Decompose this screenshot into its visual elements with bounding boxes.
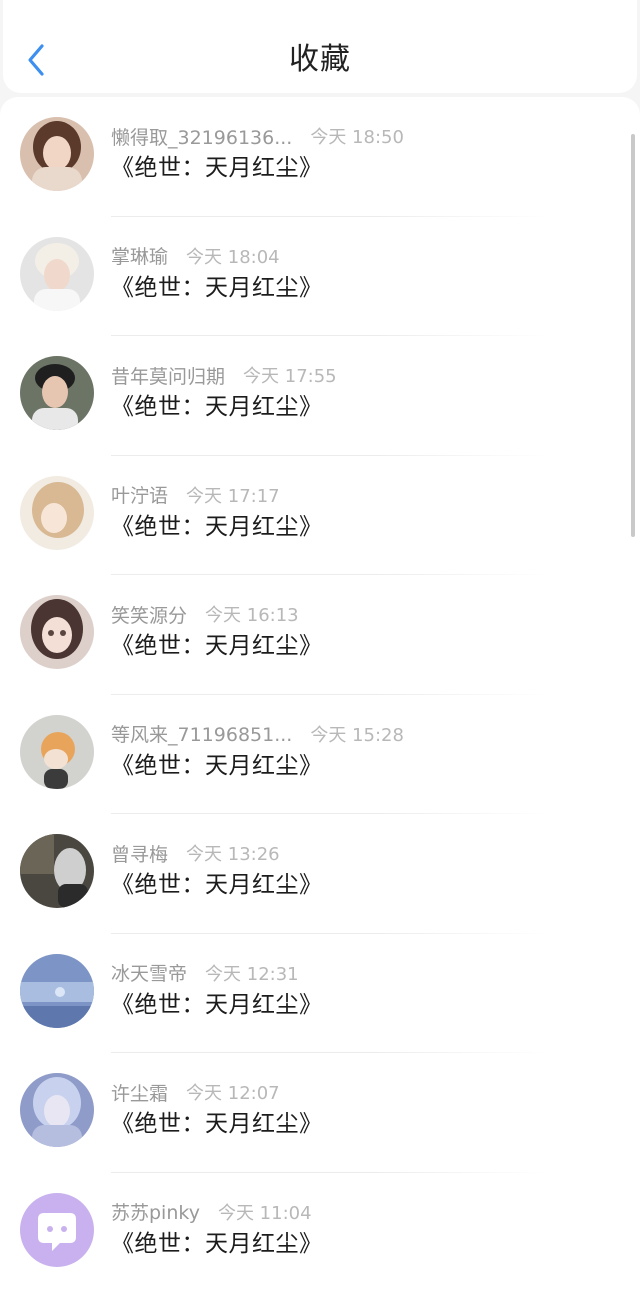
list-item[interactable]: 苏苏pinky 今天 11:04 《绝世：天月红尘》 — [0, 1173, 640, 1291]
item-meta: 冰天雪帝 今天 12:31 — [111, 958, 299, 988]
user-name[interactable]: 昔年莫问归期 — [111, 362, 225, 389]
book-title[interactable]: 《绝世：天月红尘》 — [111, 153, 323, 183]
book-title[interactable]: 《绝世：天月红尘》 — [111, 1109, 323, 1139]
timestamp: 今天 18:50 — [310, 127, 404, 148]
book-title[interactable]: 《绝世：天月红尘》 — [111, 273, 323, 303]
avatar[interactable] — [20, 356, 94, 430]
list-item[interactable]: 叶泞语 今天 17:17 《绝世：天月红尘》 — [0, 456, 640, 575]
item-meta: 昔年莫问归期 今天 17:55 — [111, 360, 337, 390]
user-name[interactable]: 懒得取_32196136... — [111, 123, 292, 150]
avatar[interactable] — [20, 595, 94, 669]
item-meta: 笑笑源分 今天 16:13 — [111, 599, 299, 629]
list-item[interactable]: 笑笑源分 今天 16:13 《绝世：天月红尘》 — [0, 575, 640, 695]
avatar[interactable] — [20, 834, 94, 908]
book-title[interactable]: 《绝世：天月红尘》 — [111, 1229, 323, 1259]
list-item[interactable]: 等风来_71196851... 今天 15:28 《绝世：天月红尘》 — [0, 695, 640, 814]
header-bar: 收藏 — [3, 0, 637, 93]
avatar[interactable] — [20, 714, 94, 789]
item-meta: 叶泞语 今天 17:17 — [111, 480, 280, 510]
timestamp: 今天 12:31 — [205, 963, 299, 985]
list-item[interactable]: 冰天雪帝 今天 12:31 《绝世：天月红尘》 — [0, 934, 640, 1053]
user-name[interactable]: 曾寻梅 — [111, 840, 168, 867]
timestamp: 今天 12:07 — [186, 1083, 280, 1104]
book-title[interactable]: 《绝世：天月红尘》 — [111, 512, 323, 542]
timestamp: 今天 18:04 — [186, 246, 280, 268]
user-name[interactable]: 苏苏pinky — [111, 1198, 200, 1225]
avatar[interactable] — [20, 117, 94, 191]
page-title: 收藏 — [289, 42, 351, 77]
item-meta: 等风来_71196851... 今天 15:28 — [111, 719, 404, 749]
list-item[interactable]: 昔年莫问归期 今天 17:55 《绝世：天月红尘》 — [0, 336, 640, 456]
item-meta: 曾寻梅 今天 13:26 — [111, 838, 280, 868]
list-item[interactable]: 曾寻梅 今天 13:26 《绝世：天月红尘》 — [0, 814, 640, 934]
item-meta: 许尘霜 今天 12:07 — [111, 1077, 280, 1107]
item-meta: 苏苏pinky 今天 11:04 — [111, 1197, 312, 1227]
book-title[interactable]: 《绝世：天月红尘》 — [111, 870, 323, 900]
timestamp: 今天 16:13 — [205, 605, 299, 626]
avatar[interactable] — [20, 1192, 94, 1267]
book-title[interactable]: 《绝世：天月红尘》 — [111, 990, 323, 1020]
avatar[interactable] — [20, 953, 94, 1028]
user-name[interactable]: 等风来_71196851... — [111, 720, 292, 747]
item-meta: 懒得取_32196136... 今天 18:50 — [111, 121, 404, 151]
book-title[interactable]: 《绝世：天月红尘》 — [111, 631, 323, 661]
favorites-page: 收藏 懒得取_32196136... 今天 18:50 《绝世：天月红尘》 掌琳… — [0, 0, 640, 1291]
book-title[interactable]: 《绝世：天月红尘》 — [111, 392, 323, 422]
user-name[interactable]: 冰天雪帝 — [111, 959, 187, 986]
avatar[interactable] — [20, 475, 94, 550]
user-name[interactable]: 笑笑源分 — [111, 601, 187, 628]
timestamp: 今天 17:55 — [243, 366, 337, 387]
avatar[interactable] — [20, 1073, 94, 1147]
list-item[interactable]: 掌琳瑜 今天 18:04 《绝世：天月红尘》 — [0, 217, 640, 336]
item-meta: 掌琳瑜 今天 18:04 — [111, 241, 280, 271]
favorites-list[interactable]: 懒得取_32196136... 今天 18:50 《绝世：天月红尘》 掌琳瑜 今… — [0, 97, 640, 1291]
book-title[interactable]: 《绝世：天月红尘》 — [111, 751, 323, 781]
avatar[interactable] — [20, 236, 94, 311]
timestamp: 今天 13:26 — [186, 844, 280, 865]
scrollbar[interactable] — [631, 134, 635, 537]
user-name[interactable]: 叶泞语 — [111, 481, 168, 508]
list-item[interactable]: 许尘霜 今天 12:07 《绝世：天月红尘》 — [0, 1053, 640, 1173]
user-name[interactable]: 掌琳瑜 — [111, 242, 168, 269]
timestamp: 今天 11:04 — [217, 1202, 312, 1224]
timestamp: 今天 17:17 — [186, 485, 280, 507]
user-name[interactable]: 许尘霜 — [111, 1079, 168, 1106]
list-item[interactable]: 懒得取_32196136... 今天 18:50 《绝世：天月红尘》 — [0, 97, 640, 217]
timestamp: 今天 15:28 — [310, 724, 404, 746]
